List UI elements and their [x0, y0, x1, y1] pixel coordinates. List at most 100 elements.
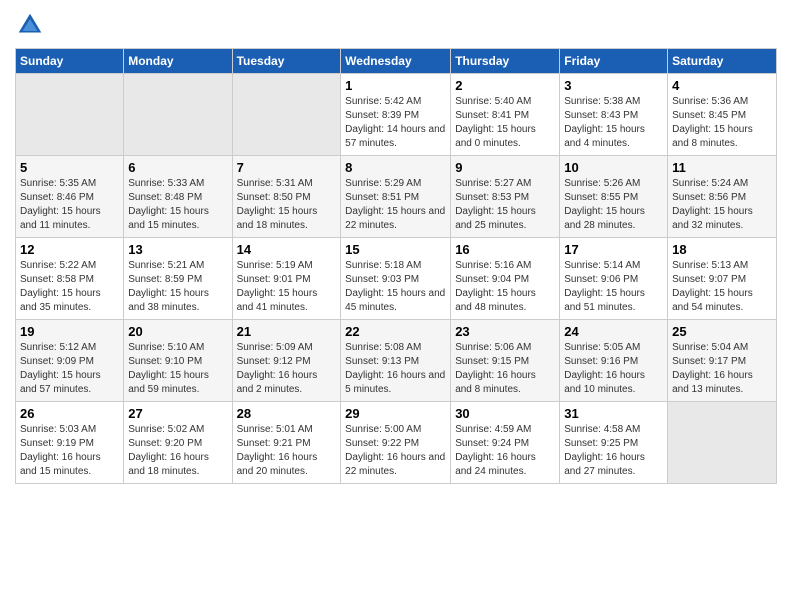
day-number: 17 [564, 242, 663, 257]
day-info: Sunrise: 5:06 AMSunset: 9:15 PMDaylight:… [455, 342, 536, 395]
day-info: Sunrise: 5:21 AMSunset: 8:59 PMDaylight:… [128, 260, 209, 313]
day-header-sunday: Sunday [16, 49, 124, 74]
day-number: 16 [455, 242, 555, 257]
logo-icon [15, 10, 45, 40]
week-row-2: 5 Sunrise: 5:35 AMSunset: 8:46 PMDaylight… [16, 156, 777, 238]
day-number: 7 [237, 160, 337, 175]
day-cell: 9 Sunrise: 5:27 AMSunset: 8:53 PMDaylight… [451, 156, 560, 238]
day-number: 31 [564, 406, 663, 421]
day-number: 8 [345, 160, 446, 175]
day-number: 13 [128, 242, 227, 257]
day-header-thursday: Thursday [451, 49, 560, 74]
week-row-5: 26 Sunrise: 5:03 AMSunset: 9:19 PMDayligh… [16, 402, 777, 484]
day-info: Sunrise: 5:31 AMSunset: 8:50 PMDaylight:… [237, 178, 318, 231]
day-number: 15 [345, 242, 446, 257]
header [15, 10, 777, 40]
day-cell: 31 Sunrise: 4:58 AMSunset: 9:25 PMDayligh… [560, 402, 668, 484]
day-cell: 4Sunrise: 5:36 AMSunset: 8:45 PMDaylight… [668, 74, 777, 156]
day-number: 12 [20, 242, 119, 257]
day-info: Sunrise: 5:42 AMSunset: 8:39 PMDaylight:… [345, 96, 445, 149]
day-number: 2 [455, 78, 555, 93]
day-cell: 1 Sunrise: 5:42 AMSunset: 8:39 PMDaylight… [341, 74, 451, 156]
day-info: Sunrise: 5:22 AMSunset: 8:58 PMDaylight:… [20, 260, 101, 313]
day-cell: 18 Sunrise: 5:13 AMSunset: 9:07 PMDayligh… [668, 238, 777, 320]
day-number: 27 [128, 406, 227, 421]
day-cell: 19Sunrise: 5:12 AMSunset: 9:09 PMDayligh… [16, 320, 124, 402]
day-cell: 2 Sunrise: 5:40 AMSunset: 8:41 PMDaylight… [451, 74, 560, 156]
day-number: 10 [564, 160, 663, 175]
day-info: Sunrise: 5:09 AMSunset: 9:12 PMDaylight:… [237, 342, 318, 395]
day-header-saturday: Saturday [668, 49, 777, 74]
day-info: Sunrise: 5:35 AMSunset: 8:46 PMDaylight:… [20, 178, 101, 231]
day-info: Sunrise: 4:59 AMSunset: 9:24 PMDaylight:… [455, 424, 536, 477]
day-info: Sunrise: 5:16 AMSunset: 9:04 PMDaylight:… [455, 260, 536, 313]
day-cell: 11 Sunrise: 5:24 AMSunset: 8:56 PMDayligh… [668, 156, 777, 238]
day-number: 23 [455, 324, 555, 339]
day-cell: 7 Sunrise: 5:31 AMSunset: 8:50 PMDaylight… [232, 156, 341, 238]
day-cell: 29 Sunrise: 5:00 AMSunset: 9:22 PMDayligh… [341, 402, 451, 484]
week-row-3: 12 Sunrise: 5:22 AMSunset: 8:58 PMDayligh… [16, 238, 777, 320]
day-cell: 28Sunrise: 5:01 AMSunset: 9:21 PMDayligh… [232, 402, 341, 484]
day-header-monday: Monday [124, 49, 232, 74]
day-cell: 16 Sunrise: 5:16 AMSunset: 9:04 PMDayligh… [451, 238, 560, 320]
day-info: Sunrise: 5:26 AMSunset: 8:55 PMDaylight:… [564, 178, 645, 231]
day-cell: 6Sunrise: 5:33 AMSunset: 8:48 PMDaylight… [124, 156, 232, 238]
day-info: Sunrise: 5:05 AMSunset: 9:16 PMDaylight:… [564, 342, 645, 395]
day-info: Sunrise: 5:40 AMSunset: 8:41 PMDaylight:… [455, 96, 536, 149]
day-cell: 30 Sunrise: 4:59 AMSunset: 9:24 PMDayligh… [451, 402, 560, 484]
day-number: 1 [345, 78, 446, 93]
day-number: 11 [672, 160, 772, 175]
day-header-friday: Friday [560, 49, 668, 74]
day-info: Sunrise: 5:27 AMSunset: 8:53 PMDaylight:… [455, 178, 536, 231]
day-cell: 8Sunrise: 5:29 AMSunset: 8:51 PMDaylight… [341, 156, 451, 238]
day-number: 18 [672, 242, 772, 257]
day-cell: 25 Sunrise: 5:04 AMSunset: 9:17 PMDayligh… [668, 320, 777, 402]
calendar-page: SundayMondayTuesdayWednesdayThursdayFrid… [0, 0, 792, 494]
header-row: SundayMondayTuesdayWednesdayThursdayFrid… [16, 49, 777, 74]
day-cell: 24 Sunrise: 5:05 AMSunset: 9:16 PMDayligh… [560, 320, 668, 402]
day-info: Sunrise: 5:12 AMSunset: 9:09 PMDaylight:… [20, 342, 101, 395]
day-cell: 20 Sunrise: 5:10 AMSunset: 9:10 PMDayligh… [124, 320, 232, 402]
day-info: Sunrise: 5:36 AMSunset: 8:45 PMDaylight:… [672, 96, 753, 149]
day-info: Sunrise: 5:03 AMSunset: 9:19 PMDaylight:… [20, 424, 101, 477]
day-number: 29 [345, 406, 446, 421]
day-number: 22 [345, 324, 446, 339]
day-info: Sunrise: 5:04 AMSunset: 9:17 PMDaylight:… [672, 342, 753, 395]
day-cell [232, 74, 341, 156]
calendar-table: SundayMondayTuesdayWednesdayThursdayFrid… [15, 48, 777, 484]
week-row-4: 19Sunrise: 5:12 AMSunset: 9:09 PMDayligh… [16, 320, 777, 402]
day-info: Sunrise: 5:00 AMSunset: 9:22 PMDaylight:… [345, 424, 445, 477]
day-info: Sunrise: 5:24 AMSunset: 8:56 PMDaylight:… [672, 178, 753, 231]
day-info: Sunrise: 5:13 AMSunset: 9:07 PMDaylight:… [672, 260, 753, 313]
day-number: 14 [237, 242, 337, 257]
day-number: 20 [128, 324, 227, 339]
day-number: 5 [20, 160, 119, 175]
day-cell: 10 Sunrise: 5:26 AMSunset: 8:55 PMDayligh… [560, 156, 668, 238]
day-number: 30 [455, 406, 555, 421]
day-info: Sunrise: 5:18 AMSunset: 9:03 PMDaylight:… [345, 260, 445, 313]
day-info: Sunrise: 4:58 AMSunset: 9:25 PMDaylight:… [564, 424, 645, 477]
week-row-1: 1 Sunrise: 5:42 AMSunset: 8:39 PMDaylight… [16, 74, 777, 156]
day-info: Sunrise: 5:14 AMSunset: 9:06 PMDaylight:… [564, 260, 645, 313]
day-cell: 26 Sunrise: 5:03 AMSunset: 9:19 PMDayligh… [16, 402, 124, 484]
day-number: 9 [455, 160, 555, 175]
day-number: 28 [237, 406, 337, 421]
day-cell [668, 402, 777, 484]
day-number: 25 [672, 324, 772, 339]
day-number: 6 [128, 160, 227, 175]
day-cell: 13 Sunrise: 5:21 AMSunset: 8:59 PMDayligh… [124, 238, 232, 320]
day-info: Sunrise: 5:38 AMSunset: 8:43 PMDaylight:… [564, 96, 645, 149]
day-number: 24 [564, 324, 663, 339]
day-info: Sunrise: 5:10 AMSunset: 9:10 PMDaylight:… [128, 342, 209, 395]
day-header-tuesday: Tuesday [232, 49, 341, 74]
day-cell: 22Sunrise: 5:08 AMSunset: 9:13 PMDayligh… [341, 320, 451, 402]
logo [15, 10, 49, 40]
day-cell: 5 Sunrise: 5:35 AMSunset: 8:46 PMDaylight… [16, 156, 124, 238]
day-cell [124, 74, 232, 156]
day-cell: 12 Sunrise: 5:22 AMSunset: 8:58 PMDayligh… [16, 238, 124, 320]
day-cell: 17 Sunrise: 5:14 AMSunset: 9:06 PMDayligh… [560, 238, 668, 320]
day-cell: 27Sunrise: 5:02 AMSunset: 9:20 PMDayligh… [124, 402, 232, 484]
day-number: 21 [237, 324, 337, 339]
day-number: 26 [20, 406, 119, 421]
day-number: 3 [564, 78, 663, 93]
